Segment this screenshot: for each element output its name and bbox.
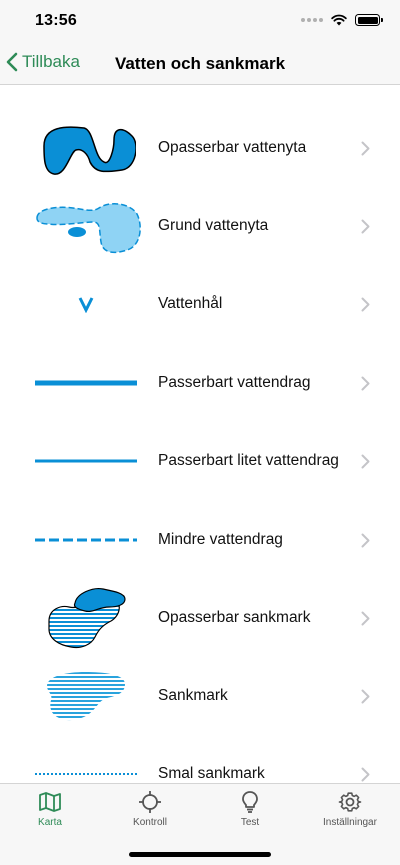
list-item[interactable]: Passerbart vattendrag [0, 343, 400, 423]
chevron-right-icon [361, 689, 370, 703]
home-indicator [129, 852, 271, 857]
marsh-icon [26, 656, 146, 736]
narrow-marsh-icon [26, 734, 146, 783]
wifi-icon [331, 14, 347, 26]
gear-icon [338, 792, 362, 812]
lightbulb-icon [242, 791, 258, 813]
status-icons [301, 14, 383, 26]
list-item[interactable]: Smal sankmark [0, 734, 400, 783]
navigation-bar: Tillbaka Vatten och sankmark [0, 44, 400, 85]
list-item[interactable]: Sankmark [0, 656, 400, 736]
water-hole-icon [26, 264, 146, 344]
minor-watercourse-icon [26, 500, 146, 580]
status-bar: 13:56 [0, 0, 400, 44]
tab-installningar[interactable]: Inställningar [300, 790, 400, 828]
list-item-label: Mindre vattendrag [158, 531, 283, 548]
list-item-label: Sankmark [158, 687, 228, 704]
impassable-marsh-icon [26, 578, 146, 658]
list-item[interactable]: Passerbart litet vattendrag [0, 421, 400, 501]
list-item[interactable]: Grund vattenyta [0, 186, 400, 266]
tab-label: Kontroll [133, 817, 167, 828]
list-item-label: Passerbart litet vattendrag [158, 452, 339, 469]
list-item-label: Vattenhål [158, 295, 223, 312]
shallow-water-area-icon [26, 186, 146, 266]
list-item[interactable]: Vattenhål [0, 264, 400, 344]
tab-test[interactable]: Test [200, 790, 300, 828]
status-time: 13:56 [35, 12, 77, 29]
chevron-right-icon [361, 533, 370, 547]
impassable-water-area-icon [26, 108, 146, 188]
chevron-right-icon [361, 767, 370, 781]
tab-label: Inställningar [323, 817, 377, 828]
tab-karta[interactable]: Karta [0, 790, 100, 828]
chevron-right-icon [361, 376, 370, 390]
small-passable-watercourse-icon [26, 421, 146, 501]
list-item[interactable]: Opasserbar vattenyta [0, 108, 400, 188]
tab-label: Test [240, 817, 260, 828]
list-item-label: Smal sankmark [158, 765, 265, 782]
map-icon [39, 792, 61, 812]
chevron-right-icon [361, 297, 370, 311]
cellular-signal-icon [301, 18, 323, 22]
list-item-label: Opasserbar vattenyta [158, 139, 307, 156]
tab-kontroll[interactable]: Kontroll [100, 790, 200, 828]
passable-watercourse-icon [26, 343, 146, 423]
chevron-right-icon [361, 611, 370, 625]
list-item[interactable]: Opasserbar sankmark [0, 578, 400, 658]
tab-label: Karta [38, 817, 62, 828]
page-title: Vatten och sankmark [114, 54, 286, 73]
list-item-label: Passerbart vattendrag [158, 374, 311, 391]
list-item-label: Grund vattenyta [158, 217, 269, 234]
chevron-right-icon [361, 454, 370, 468]
list-item-label: Opasserbar sankmark [158, 609, 311, 626]
tab-bar: Karta Kontroll Test Inställningar [0, 783, 400, 865]
chevron-right-icon [361, 219, 370, 233]
battery-icon [355, 14, 383, 26]
crosshair-icon [139, 791, 161, 813]
chevron-right-icon [361, 141, 370, 155]
symbol-list: Opasserbar vattenyta Grund vattenyta Vat… [0, 86, 400, 783]
list-item[interactable]: Mindre vattendrag [0, 500, 400, 580]
